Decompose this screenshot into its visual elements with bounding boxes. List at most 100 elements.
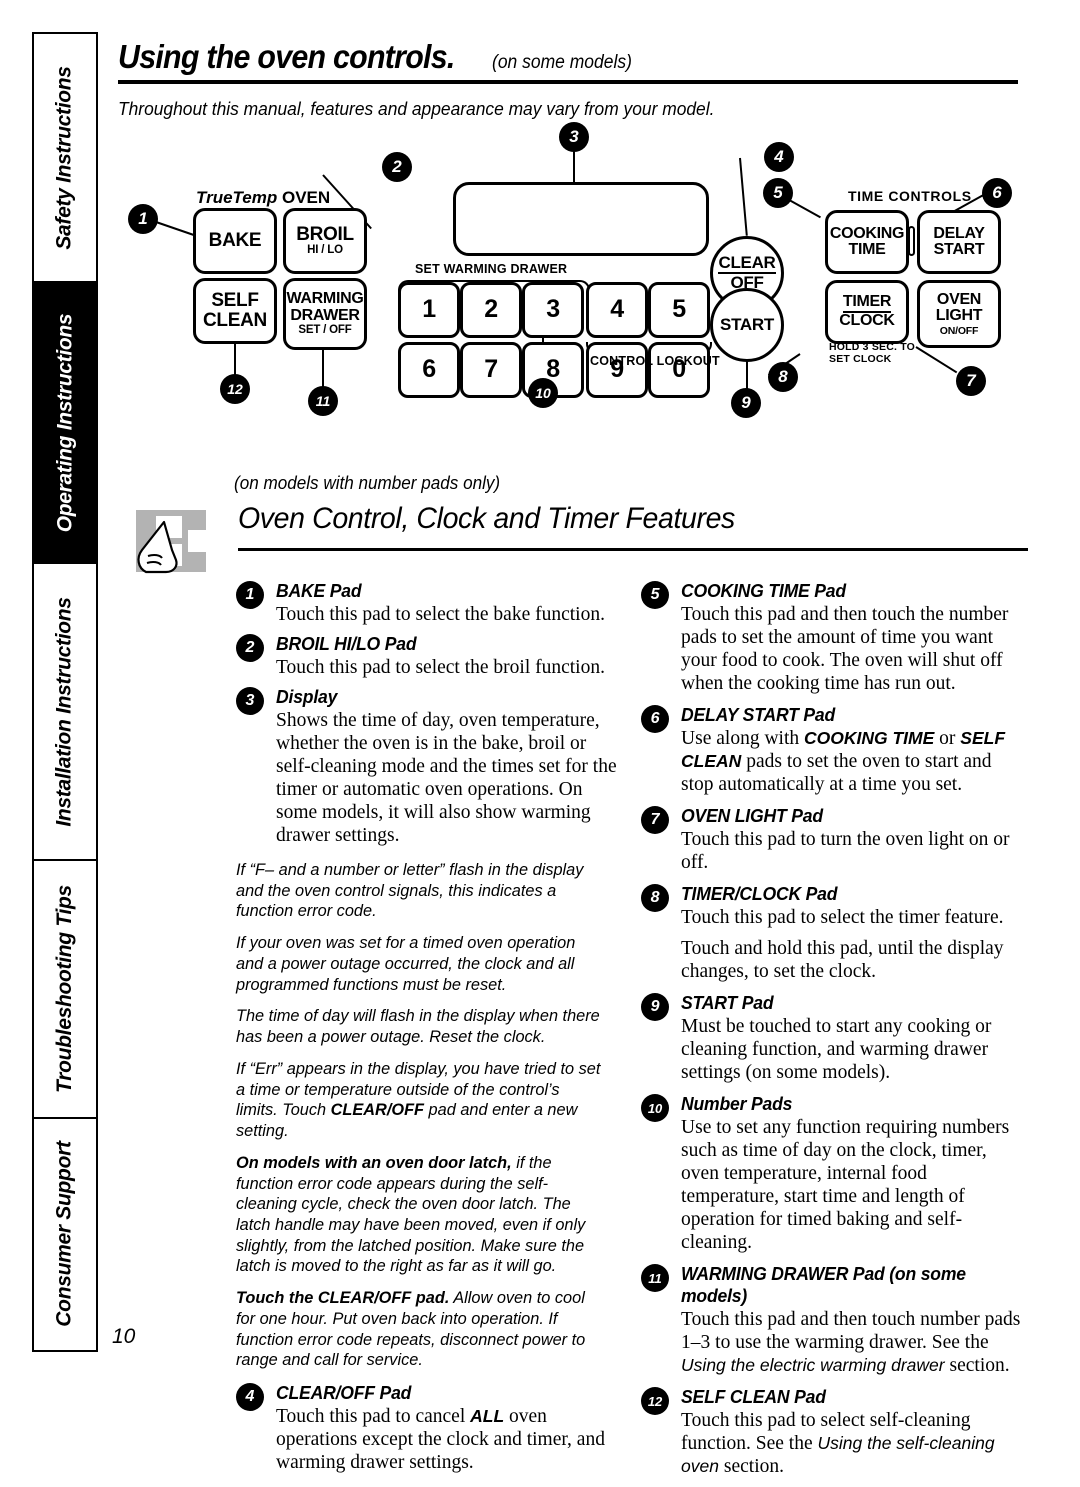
pad-self-clean[interactable]: SELF CLEAN bbox=[193, 278, 277, 344]
number-pad-9[interactable]: 9 bbox=[586, 342, 648, 398]
number-pad-0[interactable]: 0 bbox=[648, 342, 710, 398]
sidebar-tab-label: Consumer Support bbox=[53, 1141, 76, 1328]
page-title-row: Using the oven controls. (on some models… bbox=[118, 38, 1028, 76]
callout-badge-12: 12 bbox=[220, 374, 250, 404]
pad-drawer-label: DRAWER bbox=[290, 306, 360, 324]
pad-clock-label: CLOCK bbox=[839, 312, 895, 330]
display-note: If your oven was set for a timed oven op… bbox=[236, 933, 576, 994]
feature-entry-number: 7 bbox=[641, 806, 670, 834]
right-entries: 5 COOKING TIME Pad Touch this pad and then… bbox=[641, 580, 1028, 1478]
feature-entry-heading: BROIL HI/LO Pad bbox=[276, 633, 417, 654]
feature-entry-heading: BAKE Pad bbox=[276, 580, 362, 601]
pad-clean-label: CLEAN bbox=[203, 310, 267, 331]
number-pad-label: 7 bbox=[484, 355, 498, 384]
left-entries-top: 1 BAKE Pad Touch this pad to select the ba… bbox=[236, 580, 619, 847]
pad-warming-label: WARMING bbox=[286, 290, 364, 308]
feature-entry-heading: Display bbox=[276, 686, 338, 707]
number-pad-label: 6 bbox=[422, 355, 436, 384]
feature-entry-heading: CLEAR/OFF Pad bbox=[276, 1382, 412, 1404]
display-note: On models with an oven door latch, if th… bbox=[236, 1152, 586, 1276]
feature-entry-number: 12 bbox=[641, 1387, 670, 1415]
display-note: If “Err” appears in the display, you hav… bbox=[236, 1058, 601, 1141]
sidebar-tab-label: Installation Instructions bbox=[53, 597, 77, 827]
pad-bake-label: BAKE bbox=[208, 230, 262, 252]
intro-paragraph: Throughout this manual, features and app… bbox=[118, 98, 715, 119]
pad-delay-label: DELAY bbox=[933, 224, 985, 242]
pad-timer-clock[interactable]: TIMER CLOCK bbox=[825, 280, 909, 344]
feature-entry-5: 5 COOKING TIME Pad Touch this pad and then… bbox=[641, 580, 1028, 695]
feature-entry-1: 1 BAKE Pad Touch this pad to select the ba… bbox=[236, 580, 619, 626]
pad-broil-sublabel: HI / LO bbox=[307, 244, 343, 257]
control-display-screen bbox=[453, 182, 709, 256]
feature-entry-heading: WARMING DRAWER Pad (on some models) bbox=[681, 1263, 966, 1306]
content-columns: 1 BAKE Pad Touch this pad to select the ba… bbox=[236, 580, 1028, 1487]
pad-light-label: LIGHT bbox=[935, 307, 983, 325]
number-pad-label: 2 bbox=[484, 295, 498, 324]
page-number: 10 bbox=[112, 1325, 136, 1348]
pad-cooking-time[interactable]: COOKING TIME bbox=[825, 210, 909, 274]
feature-entry-number: 10 bbox=[641, 1094, 670, 1122]
right-column: 5 COOKING TIME Pad Touch this pad and then… bbox=[641, 580, 1028, 1487]
number-pad-5[interactable]: 5 bbox=[648, 282, 710, 338]
leader-line-4 bbox=[739, 157, 748, 236]
feature-entry-body: Touch this pad to select self-cleaning f… bbox=[681, 1410, 995, 1477]
number-pad-label: 5 bbox=[672, 295, 686, 324]
sidebar-tab-label: Safety Instructions bbox=[53, 65, 76, 250]
brand-oven-text: OVEN bbox=[281, 188, 331, 207]
feature-entry-9: 9 START Pad Must be touched to start any c… bbox=[641, 992, 1028, 1084]
section-title: Oven Control, Clock and Timer Features bbox=[238, 502, 735, 535]
feature-entry-heading: Number Pads bbox=[681, 1093, 793, 1114]
page-title: Using the oven controls. bbox=[118, 38, 455, 75]
feature-entry-body: Touch and hold this pad, until the displ… bbox=[681, 938, 1004, 982]
callout-badge-11: 11 bbox=[308, 386, 338, 416]
sidebar-tab-consumer-support[interactable]: Consumer Support bbox=[32, 1116, 98, 1352]
pad-drawer-sublabel: SET / OFF bbox=[298, 324, 352, 337]
number-pad-label: 1 bbox=[422, 295, 436, 324]
pad-delay-start[interactable]: DELAY START bbox=[917, 210, 1001, 274]
feature-entry-number: 6 bbox=[641, 705, 670, 733]
number-pad-label: 3 bbox=[546, 295, 560, 324]
callout-badge-3: 3 bbox=[559, 122, 589, 152]
callout-badge-2: 2 bbox=[382, 152, 412, 182]
feature-entry-number: 1 bbox=[236, 581, 264, 609]
section-divider bbox=[238, 548, 1028, 551]
sidebar-tab-operating-instructions[interactable]: Operating Instructions bbox=[32, 281, 98, 563]
leader-line-7 bbox=[915, 346, 958, 374]
display-note: The time of day will flash in the displa… bbox=[236, 1006, 600, 1047]
feature-entry-body: Touch this pad to turn the oven light on… bbox=[681, 829, 1010, 873]
pad-start[interactable]: START bbox=[710, 288, 784, 362]
time-controls-separator bbox=[908, 226, 915, 256]
pad-timer-label: TIMER bbox=[842, 294, 891, 314]
feature-entry-6: 6 DELAY START Pad Use along with COOKING T… bbox=[641, 704, 1028, 796]
left-column: 1 BAKE Pad Touch this pad to select the ba… bbox=[236, 580, 619, 1487]
section-header: Oven Control, Clock and Timer Features bbox=[118, 502, 1028, 574]
number-pad-6[interactable]: 6 bbox=[398, 342, 460, 398]
callout-badge-10: 10 bbox=[528, 378, 558, 408]
sidebar-tab-troubleshooting-tips[interactable]: Troubleshooting Tips bbox=[32, 859, 98, 1117]
callout-badge-5: 5 bbox=[763, 178, 793, 208]
pad-time-label: TIME bbox=[848, 241, 886, 258]
title-divider bbox=[118, 80, 1018, 84]
number-pad-2[interactable]: 2 bbox=[460, 282, 522, 338]
feature-entry-heading: COOKING TIME Pad bbox=[681, 580, 846, 601]
oven-control-panel-diagram: TrueTemp OVEN BAKE BROIL HI / LO SELF CL… bbox=[118, 122, 1028, 475]
set-warming-drawer-label: SET WARMING DRAWER bbox=[415, 262, 568, 276]
touch-hand-icon bbox=[136, 510, 214, 574]
number-pad-1[interactable]: 1 bbox=[398, 282, 460, 338]
number-pad-4[interactable]: 4 bbox=[586, 282, 648, 338]
pad-broil[interactable]: BROIL HI / LO bbox=[283, 208, 367, 274]
number-pad-7[interactable]: 7 bbox=[460, 342, 522, 398]
diagram-caption: (on models with number pads only) bbox=[234, 473, 501, 493]
feature-entry-body: Touch this pad and then touch number pad… bbox=[681, 1309, 1021, 1376]
number-pad-label: 4 bbox=[610, 295, 624, 324]
pad-broil-label: BROIL bbox=[296, 223, 354, 245]
sidebar-tab-safety-instructions[interactable]: Safety Instructions bbox=[32, 32, 98, 282]
brand-label: TrueTemp OVEN bbox=[196, 188, 330, 208]
sidebar-tab-installation-instructions[interactable]: Installation Instructions bbox=[32, 562, 98, 860]
pad-bake[interactable]: BAKE bbox=[193, 208, 277, 274]
pad-oven-light[interactable]: OVEN LIGHT ON/OFF bbox=[917, 280, 1001, 348]
pad-warming-drawer[interactable]: WARMING DRAWER SET / OFF bbox=[283, 278, 367, 350]
number-pad-3[interactable]: 3 bbox=[522, 282, 584, 338]
feature-entry-12: 12 SELF CLEAN Pad Touch this pad to select… bbox=[641, 1386, 1028, 1478]
sidebar-tab-label: Operating Instructions bbox=[53, 313, 76, 533]
